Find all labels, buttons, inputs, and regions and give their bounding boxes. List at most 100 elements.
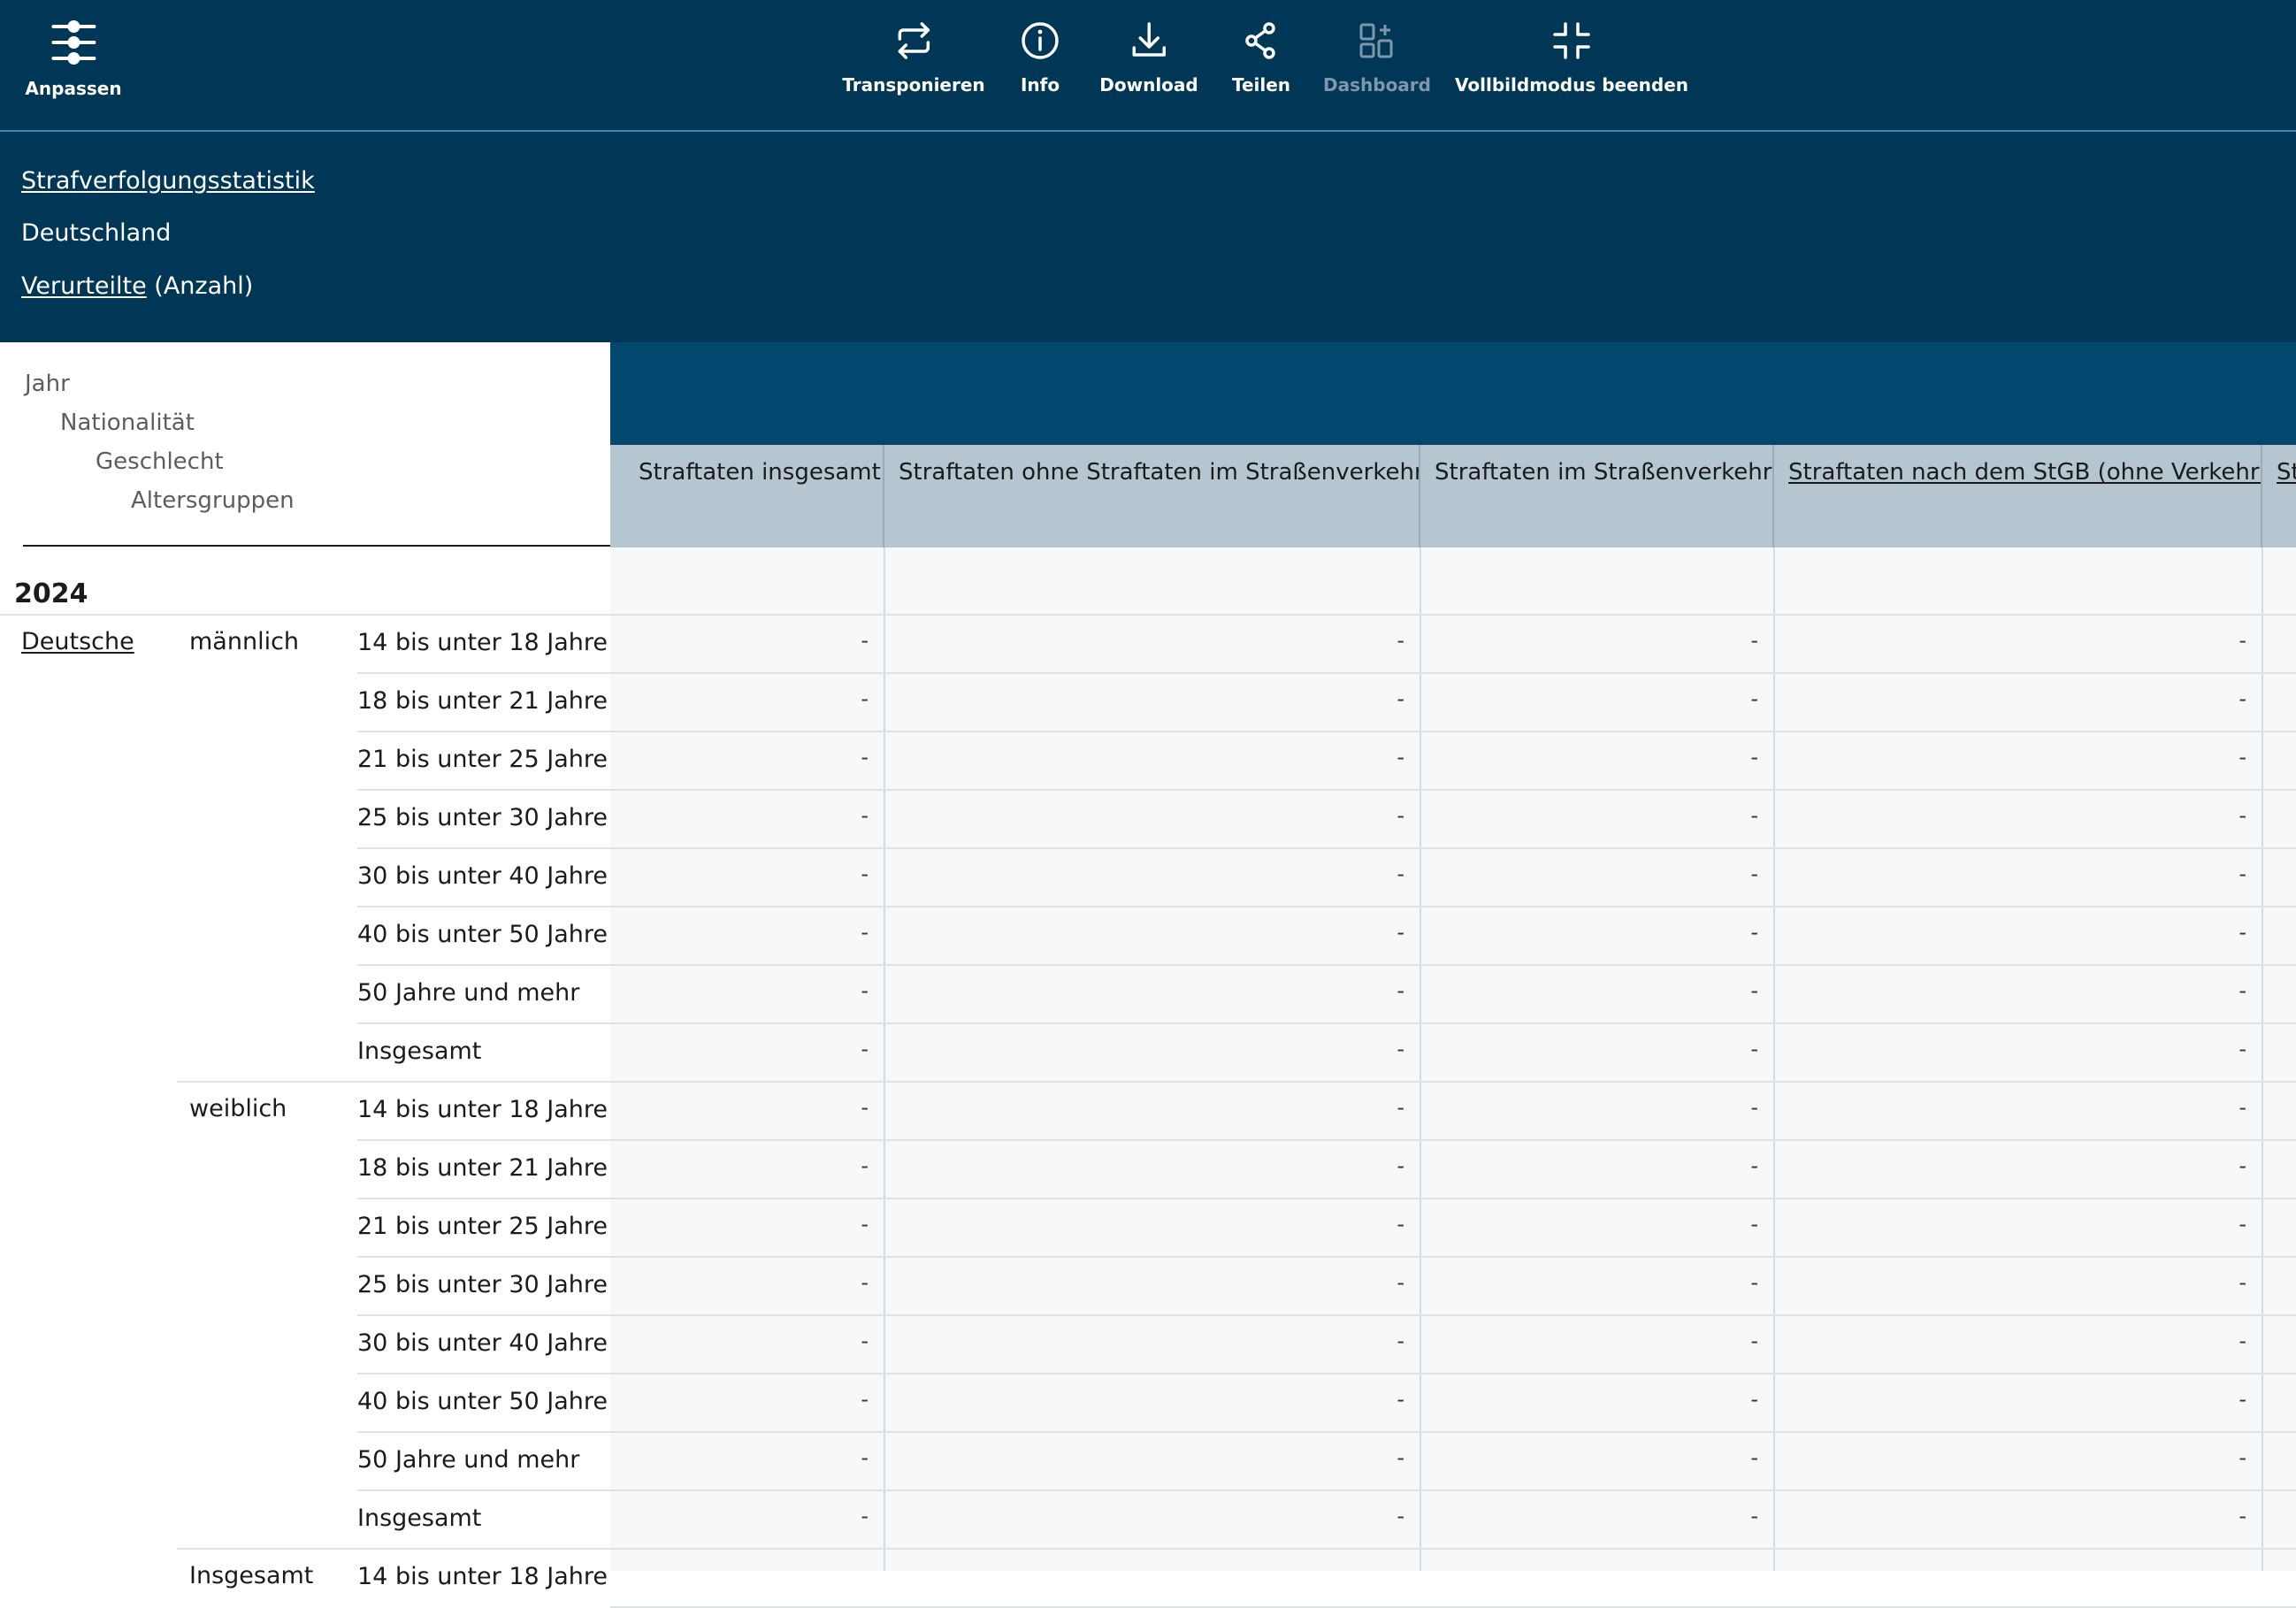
info-label: Info	[1020, 74, 1060, 96]
table-cell-value: -	[1750, 745, 1758, 770]
table-cell-value: -	[1750, 1445, 1758, 1470]
table-cell-value: -	[2239, 861, 2246, 886]
column-divider	[1773, 547, 1775, 1571]
table-cell-value: -	[2239, 1504, 2246, 1528]
table-cell-value: -	[1750, 861, 1758, 886]
table-cell-value: -	[2239, 745, 2246, 770]
table-cell-value: -	[1397, 1329, 1404, 1353]
table-cell-value: -	[861, 1387, 869, 1412]
age-group-label: 50 Jahre und mehr	[357, 979, 580, 1007]
table-cell-value: -	[861, 1037, 869, 1061]
table-cell-value: -	[2239, 628, 2246, 653]
column-header: Straftaten insgesamt	[610, 445, 884, 547]
column-headers: Straftaten insgesamt Straftaten ohne Str…	[610, 445, 2296, 547]
table-cell-value: -	[861, 1445, 869, 1470]
row-divider	[610, 1489, 2296, 1491]
column-header: Straftaten im Straßenverkehr	[1420, 445, 1774, 547]
table-cell-value: -	[861, 628, 869, 653]
table-cell-value: -	[1750, 1329, 1758, 1353]
year-label: 2024	[14, 578, 88, 609]
download-button[interactable]: Download	[1099, 19, 1198, 96]
sliders-icon	[50, 20, 96, 65]
row-divider	[0, 614, 2296, 616]
table-title-area: Strafverfolgungsstatistik Deutschland Ve…	[0, 132, 2296, 342]
exit-fullscreen-button[interactable]: Vollbildmodus beenden	[1455, 19, 1688, 96]
exit-fullscreen-icon	[1553, 22, 1590, 59]
row-divider	[357, 1256, 610, 1258]
table-cell-value: -	[1750, 628, 1758, 653]
row-divider	[610, 1022, 2296, 1024]
row-divider	[610, 1548, 2296, 1550]
age-group-label: 14 bis unter 18 Jahre	[357, 1096, 608, 1123]
group-divider	[177, 1081, 610, 1083]
age-group-label: 21 bis unter 25 Jahre	[357, 746, 608, 773]
row-divider	[610, 1081, 2296, 1083]
table-cell-value: -	[2239, 978, 2246, 1003]
row-divider	[357, 906, 610, 907]
table-cell-value: -	[1397, 1445, 1404, 1470]
age-group-label: 50 Jahre und mehr	[357, 1446, 580, 1474]
row-divider	[610, 1373, 2296, 1374]
transpose-label: Transponieren	[842, 74, 985, 96]
age-group-label: 14 bis unter 18 Jahre	[357, 1563, 608, 1590]
toolbar: Anpassen Transponieren Info Download Tei…	[0, 0, 2296, 132]
age-group-label: 40 bis unter 50 Jahre	[357, 921, 608, 948]
nationality-link[interactable]: Deutsche	[21, 628, 134, 655]
column-header-link[interactable]: Straftaten nach dem StGB (ohne Verkehr)	[1774, 445, 2262, 547]
column-divider	[884, 547, 885, 1571]
age-group-label: 18 bis unter 21 Jahre	[357, 1154, 608, 1182]
share-button[interactable]: Teilen	[1232, 19, 1290, 96]
age-group-label: Insgesamt	[357, 1505, 482, 1532]
table-cell-value: -	[2239, 1445, 2246, 1470]
column-divider	[1420, 547, 1421, 1571]
stub-header: Jahr Nationalität Geschlecht Altersgrupp…	[0, 342, 610, 547]
age-group-label: 25 bis unter 30 Jahre	[357, 1271, 608, 1298]
table-cell-value: -	[861, 686, 869, 711]
row-divider	[610, 731, 2296, 732]
table-cell-value: -	[1397, 978, 1404, 1003]
table-cell-value: -	[861, 1095, 869, 1120]
stub-header-nationality: Nationalität	[60, 410, 195, 436]
table-cell-value: -	[1750, 1270, 1758, 1295]
age-group-label: 30 bis unter 40 Jahre	[357, 1329, 608, 1357]
table-cell-value: -	[2239, 1387, 2246, 1412]
table-cell-value: -	[1750, 1212, 1758, 1237]
exit-fullscreen-label: Vollbildmodus beenden	[1455, 74, 1688, 96]
download-icon	[1132, 22, 1166, 57]
table-cell-value: -	[2239, 1037, 2246, 1061]
age-group-label: 25 bis unter 30 Jahre	[357, 804, 608, 831]
table-cell-value: -	[2239, 1095, 2246, 1120]
share-icon	[1245, 22, 1275, 59]
row-divider	[610, 1256, 2296, 1258]
measure-title: Verurteilte (Anzahl)	[21, 272, 253, 301]
row-divider	[357, 1373, 610, 1374]
row-divider	[357, 1022, 610, 1024]
table-cell-value: -	[1397, 1270, 1404, 1295]
table-cell-value: -	[1397, 1037, 1404, 1061]
row-divider	[357, 964, 610, 966]
row-divider	[610, 1139, 2296, 1141]
transpose-icon	[898, 22, 930, 59]
table-cell-value: -	[1397, 745, 1404, 770]
transpose-button[interactable]: Transponieren	[842, 19, 985, 96]
stub-header-age: Altersgruppen	[131, 487, 295, 514]
row-divider	[610, 1431, 2296, 1433]
table-cell-value: -	[1397, 1212, 1404, 1237]
row-divider	[357, 789, 610, 791]
row-divider	[357, 1489, 610, 1491]
table-cell-value: -	[861, 1329, 869, 1353]
table-cell-value: -	[861, 1153, 869, 1178]
table-cell-value: -	[1750, 920, 1758, 945]
table-cell-value: -	[861, 1212, 869, 1237]
measure-link[interactable]: Verurteilte	[21, 272, 147, 300]
row-divider	[610, 847, 2296, 849]
customize-button[interactable]: Anpassen	[25, 18, 122, 99]
table-cell-value: -	[861, 920, 869, 945]
info-button[interactable]: Info	[1019, 19, 1061, 96]
table-cell-value: -	[1397, 1095, 1404, 1120]
dashboard-label: Dashboard	[1323, 74, 1431, 96]
age-group-label: 14 bis unter 18 Jahre	[357, 629, 608, 656]
statistic-link[interactable]: Strafverfolgungsstatistik	[21, 167, 315, 195]
sex-label: weiblich	[189, 1095, 287, 1122]
column-header-link[interactable]: St	[2262, 445, 2296, 547]
